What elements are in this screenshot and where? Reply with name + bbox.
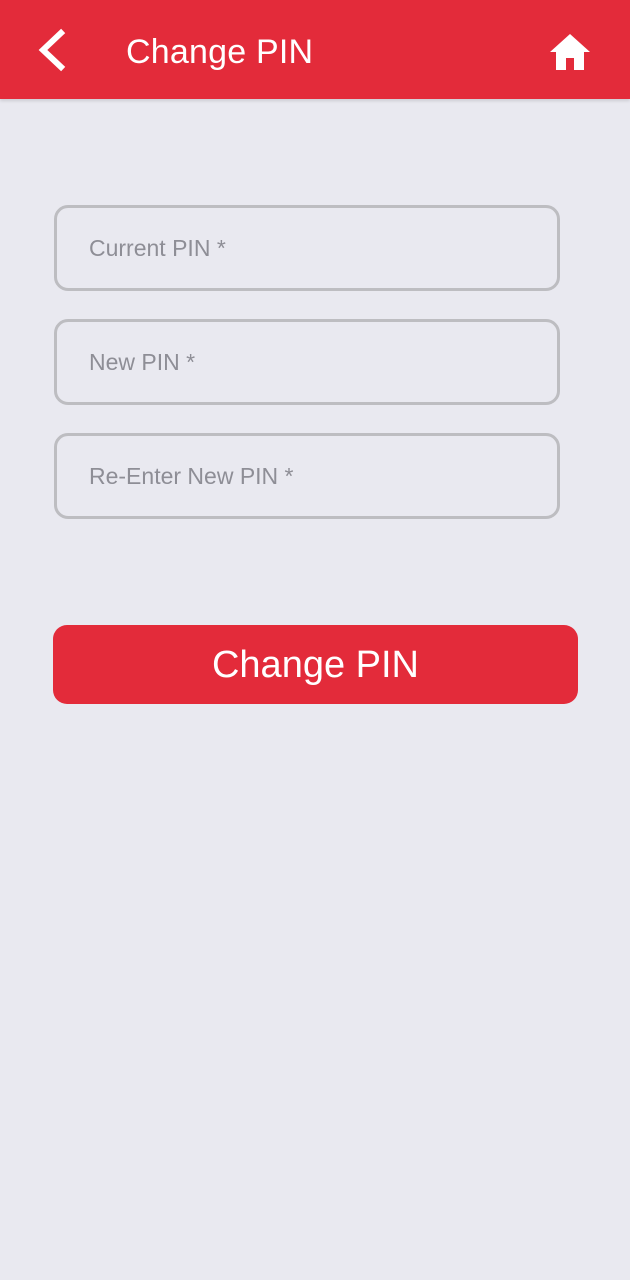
app-bar: Change PIN (0, 0, 630, 99)
new-pin-input[interactable] (57, 322, 557, 402)
page-title: Change PIN (126, 33, 314, 71)
current-pin-field (54, 205, 560, 291)
change-pin-button[interactable]: Change PIN (53, 625, 578, 704)
home-button[interactable] (540, 22, 600, 82)
current-pin-input[interactable] (57, 208, 557, 288)
new-pin-field (54, 319, 560, 405)
chevron-left-icon (38, 28, 66, 72)
reenter-pin-field (54, 433, 560, 519)
back-button[interactable] (22, 18, 82, 82)
reenter-pin-input[interactable] (57, 436, 557, 516)
home-icon (550, 34, 590, 70)
